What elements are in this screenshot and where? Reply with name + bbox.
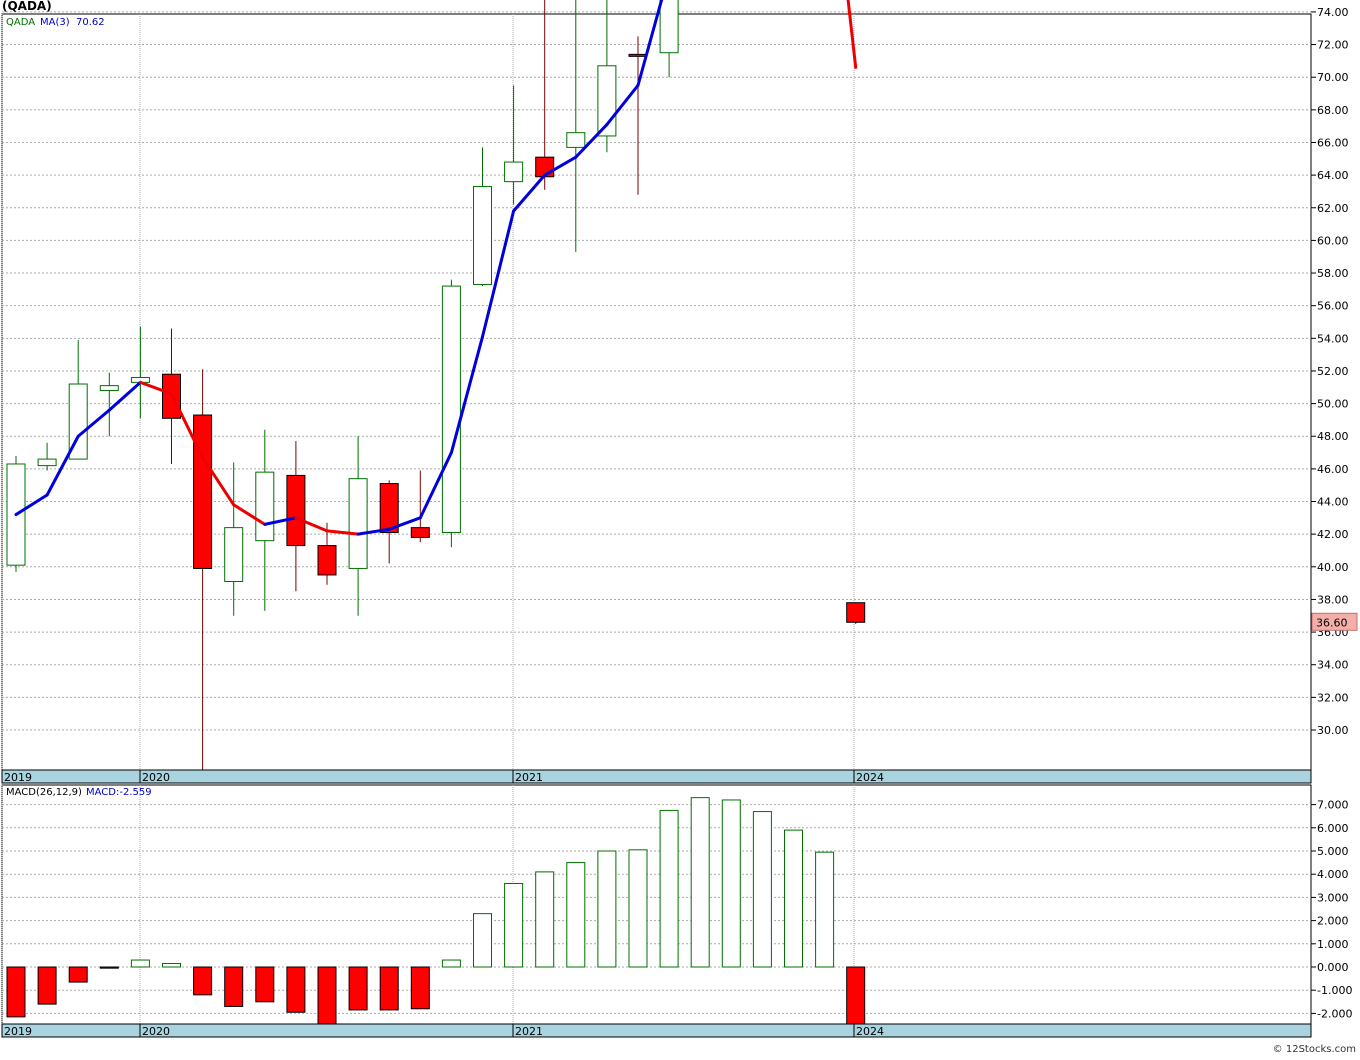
macd-bar-positive [441, 959, 461, 968]
candle-down [410, 527, 430, 538]
macd-tick-label: -1.000 [1317, 984, 1352, 997]
macd-tick-label: 2.000 [1317, 915, 1349, 928]
macd-bar-positive [815, 851, 835, 968]
candle-up [566, 132, 586, 148]
price-tick-label: 30.00 [1317, 724, 1349, 737]
price-date-axis-band [1, 769, 1312, 784]
macd-bar-negative [410, 966, 430, 1010]
candle-up [224, 527, 244, 582]
price-tick-label: 50.00 [1317, 398, 1349, 411]
macd-bar-positive [690, 797, 710, 968]
price-tick-label: 68.00 [1317, 104, 1349, 117]
macd-date-label: 2019 [4, 1025, 32, 1038]
copyright-footer: © 12Stocks.com [1272, 1044, 1356, 1055]
macd-bar-positive [162, 963, 181, 968]
macd-bar-positive [784, 829, 803, 968]
macd-tick-label: -2.000 [1317, 1007, 1352, 1020]
price-tick-label: 44.00 [1317, 496, 1349, 509]
price-tick-label: 34.00 [1317, 659, 1349, 672]
price-tick-label: 40.00 [1317, 561, 1349, 574]
price-tick-label: 64.00 [1317, 169, 1349, 182]
macd-bar-positive [535, 871, 555, 968]
price-tick-label: 32.00 [1317, 691, 1349, 704]
price-tick-label: 60.00 [1317, 234, 1349, 247]
macd-date-label: 2024 [856, 1025, 884, 1038]
macd-bar-positive [473, 913, 492, 968]
candle-up [348, 478, 368, 569]
candle-up [255, 471, 275, 542]
candle-up [659, 0, 679, 54]
macd-tick-label: 7.000 [1317, 799, 1349, 812]
candle-up [473, 186, 492, 285]
macd-bar-positive [130, 959, 150, 968]
price-tick-label: 56.00 [1317, 300, 1349, 313]
stock-chart-svg: 30.0032.0034.0036.0038.0040.0042.0044.00… [1, 0, 1358, 1038]
candle-down [628, 53, 648, 57]
candle-down [317, 545, 337, 576]
macd-bar-positive [504, 882, 524, 968]
macd-bar-negative [224, 966, 244, 1007]
price-tick-label: 54.00 [1317, 332, 1349, 345]
price-tick-label: 46.00 [1317, 463, 1349, 476]
price-tick-label: 72.00 [1317, 39, 1349, 52]
macd-bar-negative [317, 966, 337, 1025]
macd-bar-negative [68, 966, 88, 983]
macd-bar-negative [255, 966, 275, 1003]
macd-bar-positive [721, 799, 741, 968]
macd-bar-positive [752, 811, 772, 968]
price-tick-label: 38.00 [1317, 593, 1349, 606]
candle-up [99, 385, 119, 392]
price-tick-label: 74.00 [1317, 6, 1349, 19]
macd-tick-label: 0.000 [1317, 961, 1349, 974]
macd-date-label: 2020 [142, 1025, 170, 1038]
price-tick-label: 66.00 [1317, 136, 1349, 149]
macd-bar-negative [99, 966, 119, 969]
price-tick-label: 58.00 [1317, 267, 1349, 280]
macd-legend-value: MACD:-2.559 [86, 787, 152, 798]
macd-legend-label: MACD(26,12,9) [6, 787, 82, 798]
macd-bar-negative [37, 966, 57, 1005]
macd-bar-negative [846, 966, 866, 1027]
price-tick-label: 70.00 [1317, 71, 1349, 84]
candle-down [846, 602, 866, 623]
macd-tick-label: 6.000 [1317, 822, 1349, 835]
macd-date-axis-band [1, 1023, 1312, 1038]
macd-tick-label: 5.000 [1317, 845, 1349, 858]
price-date-label: 2020 [142, 771, 170, 784]
macd-bar-negative [379, 966, 399, 1011]
chart-root: (QADA) 30.00 32.00 34.00 36.00 38.00 40.00 42.… [0, 0, 1360, 1056]
candle-down [286, 474, 306, 547]
macd-date-label: 2021 [515, 1025, 543, 1038]
price-tick-label: 42.00 [1317, 528, 1349, 541]
price-tick-label: 62.00 [1317, 202, 1349, 215]
candle-up [441, 285, 461, 534]
macd-bar-positive [628, 849, 648, 968]
candle-down [379, 483, 399, 534]
macd-bar-negative [348, 966, 368, 1011]
macd-tick-label: 3.000 [1317, 891, 1349, 904]
candle-down [193, 414, 213, 569]
candle-up [504, 161, 524, 183]
last-price-label: 36.60 [1316, 616, 1348, 629]
macd-tick-label: 4.000 [1317, 868, 1349, 881]
price-panel-frame [1, 13, 1312, 771]
price-legend-ma-label: MA(3) [40, 17, 70, 28]
price-tick-label: 48.00 [1317, 430, 1349, 443]
macd-bar-positive [597, 850, 617, 968]
price-legend-symbol: QADA [6, 17, 35, 28]
price-tick-label: 52.00 [1317, 365, 1349, 378]
price-date-label: 2024 [856, 771, 884, 784]
chart-title: (QADA) [2, 0, 52, 13]
price-date-label: 2021 [515, 771, 543, 784]
candle-up [37, 458, 57, 467]
macd-bar-positive [659, 809, 679, 968]
macd-bar-positive [566, 862, 586, 968]
price-date-label: 2019 [4, 771, 32, 784]
price-legend-ma-value: 70.62 [76, 17, 105, 28]
macd-bar-negative [286, 966, 306, 1013]
macd-bar-negative [193, 966, 213, 996]
macd-tick-label: 1.000 [1317, 938, 1349, 951]
macd-bar-negative [6, 966, 26, 1018]
